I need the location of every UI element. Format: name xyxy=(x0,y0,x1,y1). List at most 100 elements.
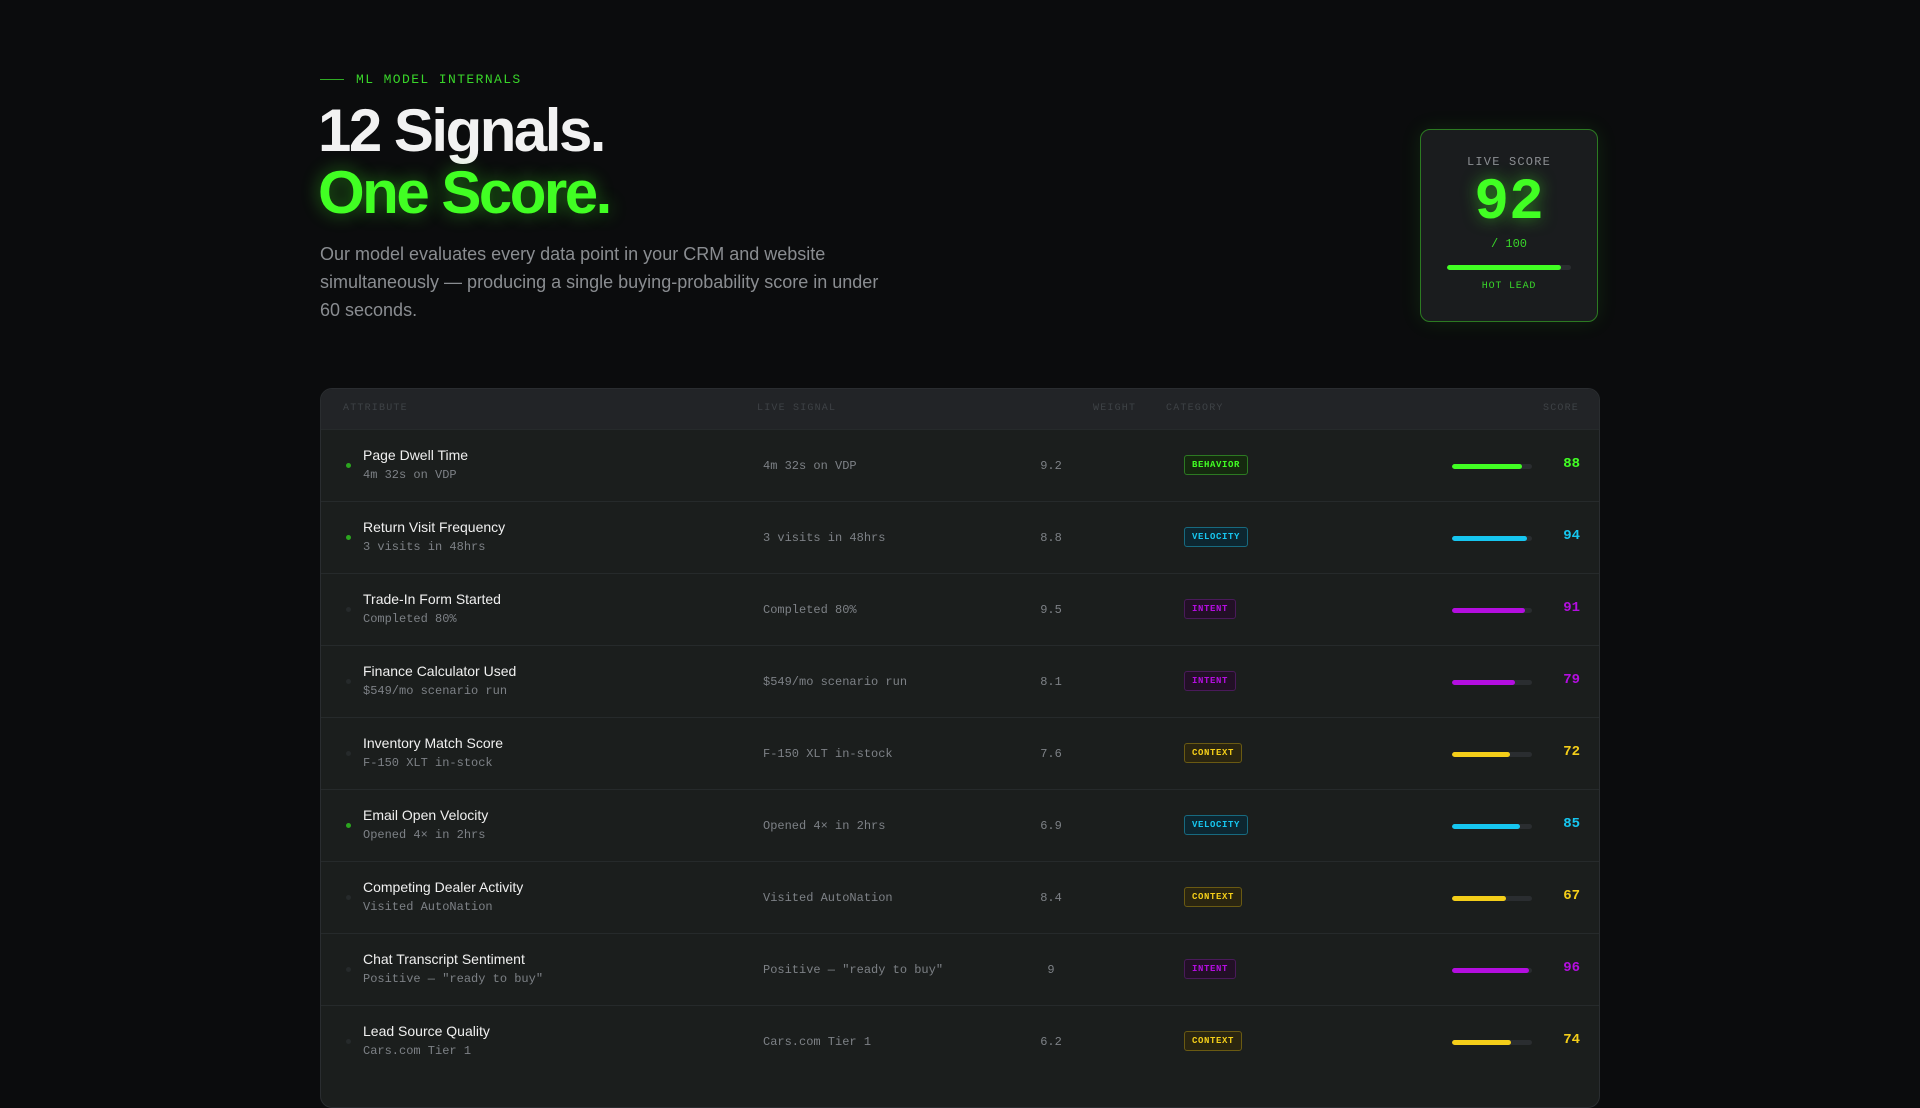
live-score-max: / 100 xyxy=(1490,237,1527,251)
score-bar-fill xyxy=(1452,608,1525,613)
status-dot xyxy=(346,463,351,468)
table-row[interactable]: Return Visit Frequency 3 visits in 48hrs 3… xyxy=(321,501,1599,573)
live-signal: 4m 32s on VDP xyxy=(763,459,857,473)
attribute-name: Finance Calculator Used xyxy=(363,663,517,679)
score-value: 74 xyxy=(1563,1032,1580,1048)
intro-description: Our model evaluates every data point in … xyxy=(320,244,879,320)
category-badge: VELOCITY xyxy=(1184,815,1249,835)
live-score-value: 92 xyxy=(1474,171,1544,236)
attribute-name: Email Open Velocity xyxy=(363,807,489,823)
live-score-card: LIVE SCORE 92 / 100 HOT LEAD xyxy=(1420,129,1598,322)
score-bar-track xyxy=(1452,680,1532,685)
live-signal: Opened 4× in 2hrs xyxy=(763,819,886,833)
live-score-progress-track xyxy=(1447,265,1571,270)
score-bar-track xyxy=(1452,824,1532,829)
score-value: 79 xyxy=(1563,672,1580,688)
attribute-name: Return Visit Frequency xyxy=(363,519,506,535)
category-badge: INTENT xyxy=(1184,959,1237,979)
weight-value: 7.6 xyxy=(1040,747,1062,761)
status-dot xyxy=(346,535,351,540)
table-row[interactable]: Chat Transcript Sentiment Positive — "rea… xyxy=(321,933,1599,1005)
eyebrow-label: ML MODEL INTERNALS xyxy=(356,72,522,87)
attribute-name: Inventory Match Score xyxy=(363,735,504,751)
weight-value: 8.4 xyxy=(1040,891,1062,905)
live-score-status: HOT LEAD xyxy=(1481,281,1537,292)
attribute-detail: 3 visits in 48hrs xyxy=(363,540,486,554)
score-value: 88 xyxy=(1563,456,1580,472)
table-row[interactable]: Page Dwell Time 4m 32s on VDP 4m 32s on VD… xyxy=(321,429,1599,501)
table-row[interactable]: Lead Source Quality Cars.com Tier 1 Cars.c… xyxy=(321,1005,1599,1077)
attribute-name: Chat Transcript Sentiment xyxy=(363,951,525,967)
attribute-name: Lead Source Quality xyxy=(363,1023,490,1039)
score-value: 94 xyxy=(1563,528,1580,544)
attribute-name: Trade-In Form Started xyxy=(363,591,501,607)
status-dot xyxy=(346,607,351,612)
category-badge: VELOCITY xyxy=(1184,527,1249,547)
table-header: ATTRIBUTE LIVE SIGNAL WEIGHT CATEGORY SC… xyxy=(321,389,1599,429)
column-header-category: CATEGORY xyxy=(1166,403,1224,414)
status-dot xyxy=(346,967,351,972)
weight-value: 6.9 xyxy=(1040,819,1062,833)
weight-value: 9.5 xyxy=(1040,603,1062,617)
weight-value: 6.2 xyxy=(1040,1035,1062,1049)
category-badge: INTENT xyxy=(1184,671,1237,691)
weight-value: 9.2 xyxy=(1040,459,1062,473)
score-bar-track xyxy=(1452,608,1532,613)
table-row[interactable]: Competing Dealer Activity Visited AutoNat… xyxy=(321,861,1599,933)
weight-value: 9 xyxy=(1047,963,1055,977)
attribute-detail: Visited AutoNation xyxy=(363,900,493,914)
live-signal: F-150 XLT in-stock xyxy=(763,747,893,761)
column-header-score: SCORE xyxy=(1543,403,1580,414)
attribute-name: Competing Dealer Activity xyxy=(363,879,524,895)
attribute-name: Page Dwell Time xyxy=(363,447,469,463)
column-header-attribute: ATTRIBUTE xyxy=(343,403,408,414)
score-bar-track xyxy=(1452,968,1532,973)
attribute-detail: F-150 XLT in-stock xyxy=(363,756,493,770)
column-header-live-signal: LIVE SIGNAL xyxy=(757,403,837,414)
score-bar-track xyxy=(1452,1040,1532,1045)
table-row[interactable]: Trade-In Form Started Completed 80% Comple… xyxy=(321,573,1599,645)
score-bar-fill xyxy=(1452,536,1528,541)
eyebrow-rule xyxy=(320,79,344,80)
live-signal: $549/mo scenario run xyxy=(763,675,908,689)
status-dot xyxy=(346,679,351,684)
signals-table: ATTRIBUTE LIVE SIGNAL WEIGHT CATEGORY SC… xyxy=(320,388,1600,1108)
attribute-detail: Cars.com Tier 1 xyxy=(363,1044,472,1058)
category-badge: CONTEXT xyxy=(1184,887,1243,907)
score-value: 72 xyxy=(1563,744,1580,760)
score-bar-track xyxy=(1452,896,1532,901)
table-row[interactable]: Inventory Match Score F-150 XLT in-stock F… xyxy=(321,717,1599,789)
live-signal: Visited AutoNation xyxy=(763,891,893,905)
weight-value: 8.1 xyxy=(1040,675,1062,689)
table-body: Page Dwell Time 4m 32s on VDP 4m 32s on VD… xyxy=(321,429,1599,1077)
live-signal: Positive — "ready to buy" xyxy=(763,963,944,977)
category-badge: CONTEXT xyxy=(1184,1031,1243,1051)
table-row[interactable]: Finance Calculator Used $549/mo scenario … xyxy=(321,645,1599,717)
title-line-1: 12 Signals. xyxy=(318,97,606,164)
attribute-detail: Completed 80% xyxy=(363,612,457,626)
attribute-detail: $549/mo scenario run xyxy=(363,684,508,698)
score-bar-track xyxy=(1452,464,1532,469)
category-badge: CONTEXT xyxy=(1184,743,1243,763)
attribute-detail: Positive — "ready to buy" xyxy=(363,972,544,986)
score-bar-fill xyxy=(1452,896,1506,901)
section-eyebrow: ML MODEL INTERNALS xyxy=(320,72,522,87)
attribute-detail: 4m 32s on VDP xyxy=(363,468,457,482)
score-value: 91 xyxy=(1563,600,1580,616)
score-bar-fill xyxy=(1452,1040,1512,1045)
page-title: 12 Signals. One Score. xyxy=(318,97,612,226)
score-bar-fill xyxy=(1452,752,1510,757)
column-header-weight: WEIGHT xyxy=(1093,403,1137,414)
live-signal: 3 visits in 48hrs xyxy=(763,531,886,545)
score-bar-fill xyxy=(1452,464,1523,469)
status-dot xyxy=(346,823,351,828)
category-badge: BEHAVIOR xyxy=(1184,455,1249,475)
attribute-detail: Opened 4× in 2hrs xyxy=(363,828,486,842)
live-score-label: LIVE SCORE xyxy=(1466,155,1551,169)
weight-value: 8.8 xyxy=(1040,531,1062,545)
category-badge: INTENT xyxy=(1184,599,1237,619)
score-bar-fill xyxy=(1452,968,1529,973)
status-dot xyxy=(346,1039,351,1044)
title-line-2: One Score. xyxy=(318,159,612,226)
table-row[interactable]: Email Open Velocity Opened 4× in 2hrs Open… xyxy=(321,789,1599,861)
